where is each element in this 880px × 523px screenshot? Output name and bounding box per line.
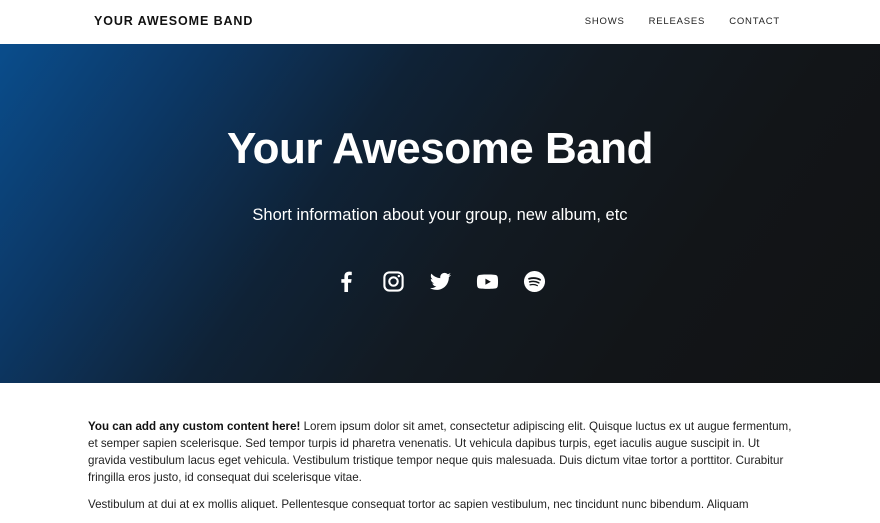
twitter-icon[interactable] [429, 270, 452, 293]
youtube-icon[interactable] [476, 270, 499, 293]
nav-link-contact[interactable]: CONTACT [729, 16, 780, 27]
nav-links: SHOWS RELEASES CONTACT [585, 16, 780, 27]
hero-section: Your Awesome Band Short information abou… [0, 44, 880, 383]
hero-subtitle: Short information about your group, new … [252, 206, 628, 224]
social-links [0, 270, 880, 293]
nav-link-shows[interactable]: SHOWS [585, 16, 625, 27]
content-lead: You can add any custom content here! [88, 420, 301, 433]
hero-title: Your Awesome Band [227, 124, 653, 173]
content-paragraph-2: Vestibulum at dui at ex mollis aliquet. … [88, 498, 749, 511]
facebook-icon[interactable] [335, 270, 358, 293]
navbar: YOUR AWESOME BAND SHOWS RELEASES CONTACT [0, 0, 880, 44]
nav-link-releases[interactable]: RELEASES [649, 16, 706, 27]
content-paragraph-1: You can add any custom content here! Lor… [88, 418, 792, 486]
brand-logo-link[interactable]: YOUR AWESOME BAND [94, 14, 253, 28]
main-content: You can add any custom content here! Lor… [88, 418, 792, 523]
spotify-icon[interactable] [523, 270, 546, 293]
instagram-icon[interactable] [382, 270, 405, 293]
